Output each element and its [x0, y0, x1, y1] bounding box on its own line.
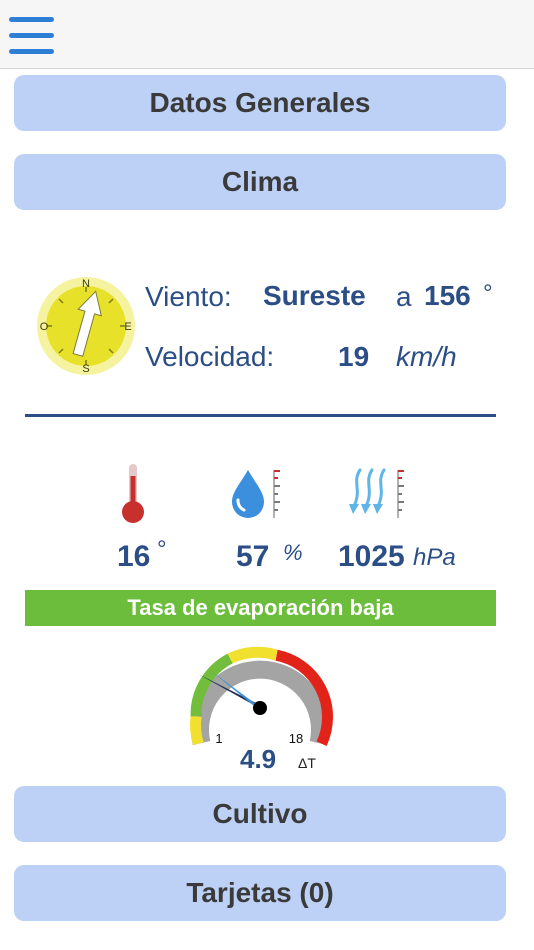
- gauge-yellow-low: [190, 715, 204, 746]
- menu-line: [9, 49, 54, 54]
- compass-south-label: S: [82, 363, 89, 375]
- cultivo-button[interactable]: Cultivo: [14, 786, 506, 842]
- clima-button[interactable]: Clima: [14, 154, 506, 210]
- humidity-value: 57: [236, 540, 270, 573]
- gauge-hub: [253, 701, 267, 715]
- pressure-icon: [349, 468, 404, 518]
- section-divider: [25, 414, 496, 417]
- datos-generales-button[interactable]: Datos Generales: [14, 75, 506, 131]
- menu-line: [9, 17, 54, 22]
- wind-angle-prefix: a: [396, 281, 412, 312]
- wind-speed-unit: km/h: [396, 341, 457, 372]
- evaporation-gauge: 1 18: [190, 646, 333, 747]
- menu-line: [9, 33, 54, 38]
- gauge-yellow-mid: [227, 646, 279, 664]
- evaporation-value: 4.9: [240, 744, 277, 774]
- evaporation-status-banner: Tasa de evaporación baja: [25, 590, 496, 626]
- tarjetas-button[interactable]: Tarjetas (0): [14, 865, 506, 921]
- compass-north-label: N: [82, 278, 90, 290]
- thermometer-icon: [122, 464, 144, 523]
- pressure-unit: hPa: [413, 544, 456, 571]
- wind-speed-value: 19: [338, 341, 370, 372]
- wind-angle-unit: °: [483, 280, 493, 307]
- temperature-unit: °: [157, 536, 167, 563]
- humidity-icon: [232, 470, 280, 518]
- top-bar: [0, 0, 534, 69]
- temperature-value: 16: [117, 540, 151, 573]
- compass-west-label: O: [40, 321, 49, 333]
- evaporation-unit: ΔT: [298, 755, 316, 771]
- wind-direction-label: Viento:: [145, 281, 232, 312]
- wind-direction-value: Sureste: [263, 280, 366, 311]
- compass-icon: N S E O: [37, 277, 135, 375]
- hamburger-menu-icon[interactable]: [9, 17, 55, 57]
- pressure-value: 1025: [338, 540, 405, 573]
- wind-angle-value: 156: [424, 280, 471, 311]
- gauge-min-label: 1: [215, 731, 222, 746]
- humidity-unit: %: [283, 540, 303, 565]
- gauge-max-label: 18: [289, 731, 303, 746]
- compass-east-label: E: [124, 321, 131, 333]
- wind-speed-label: Velocidad:: [145, 341, 275, 372]
